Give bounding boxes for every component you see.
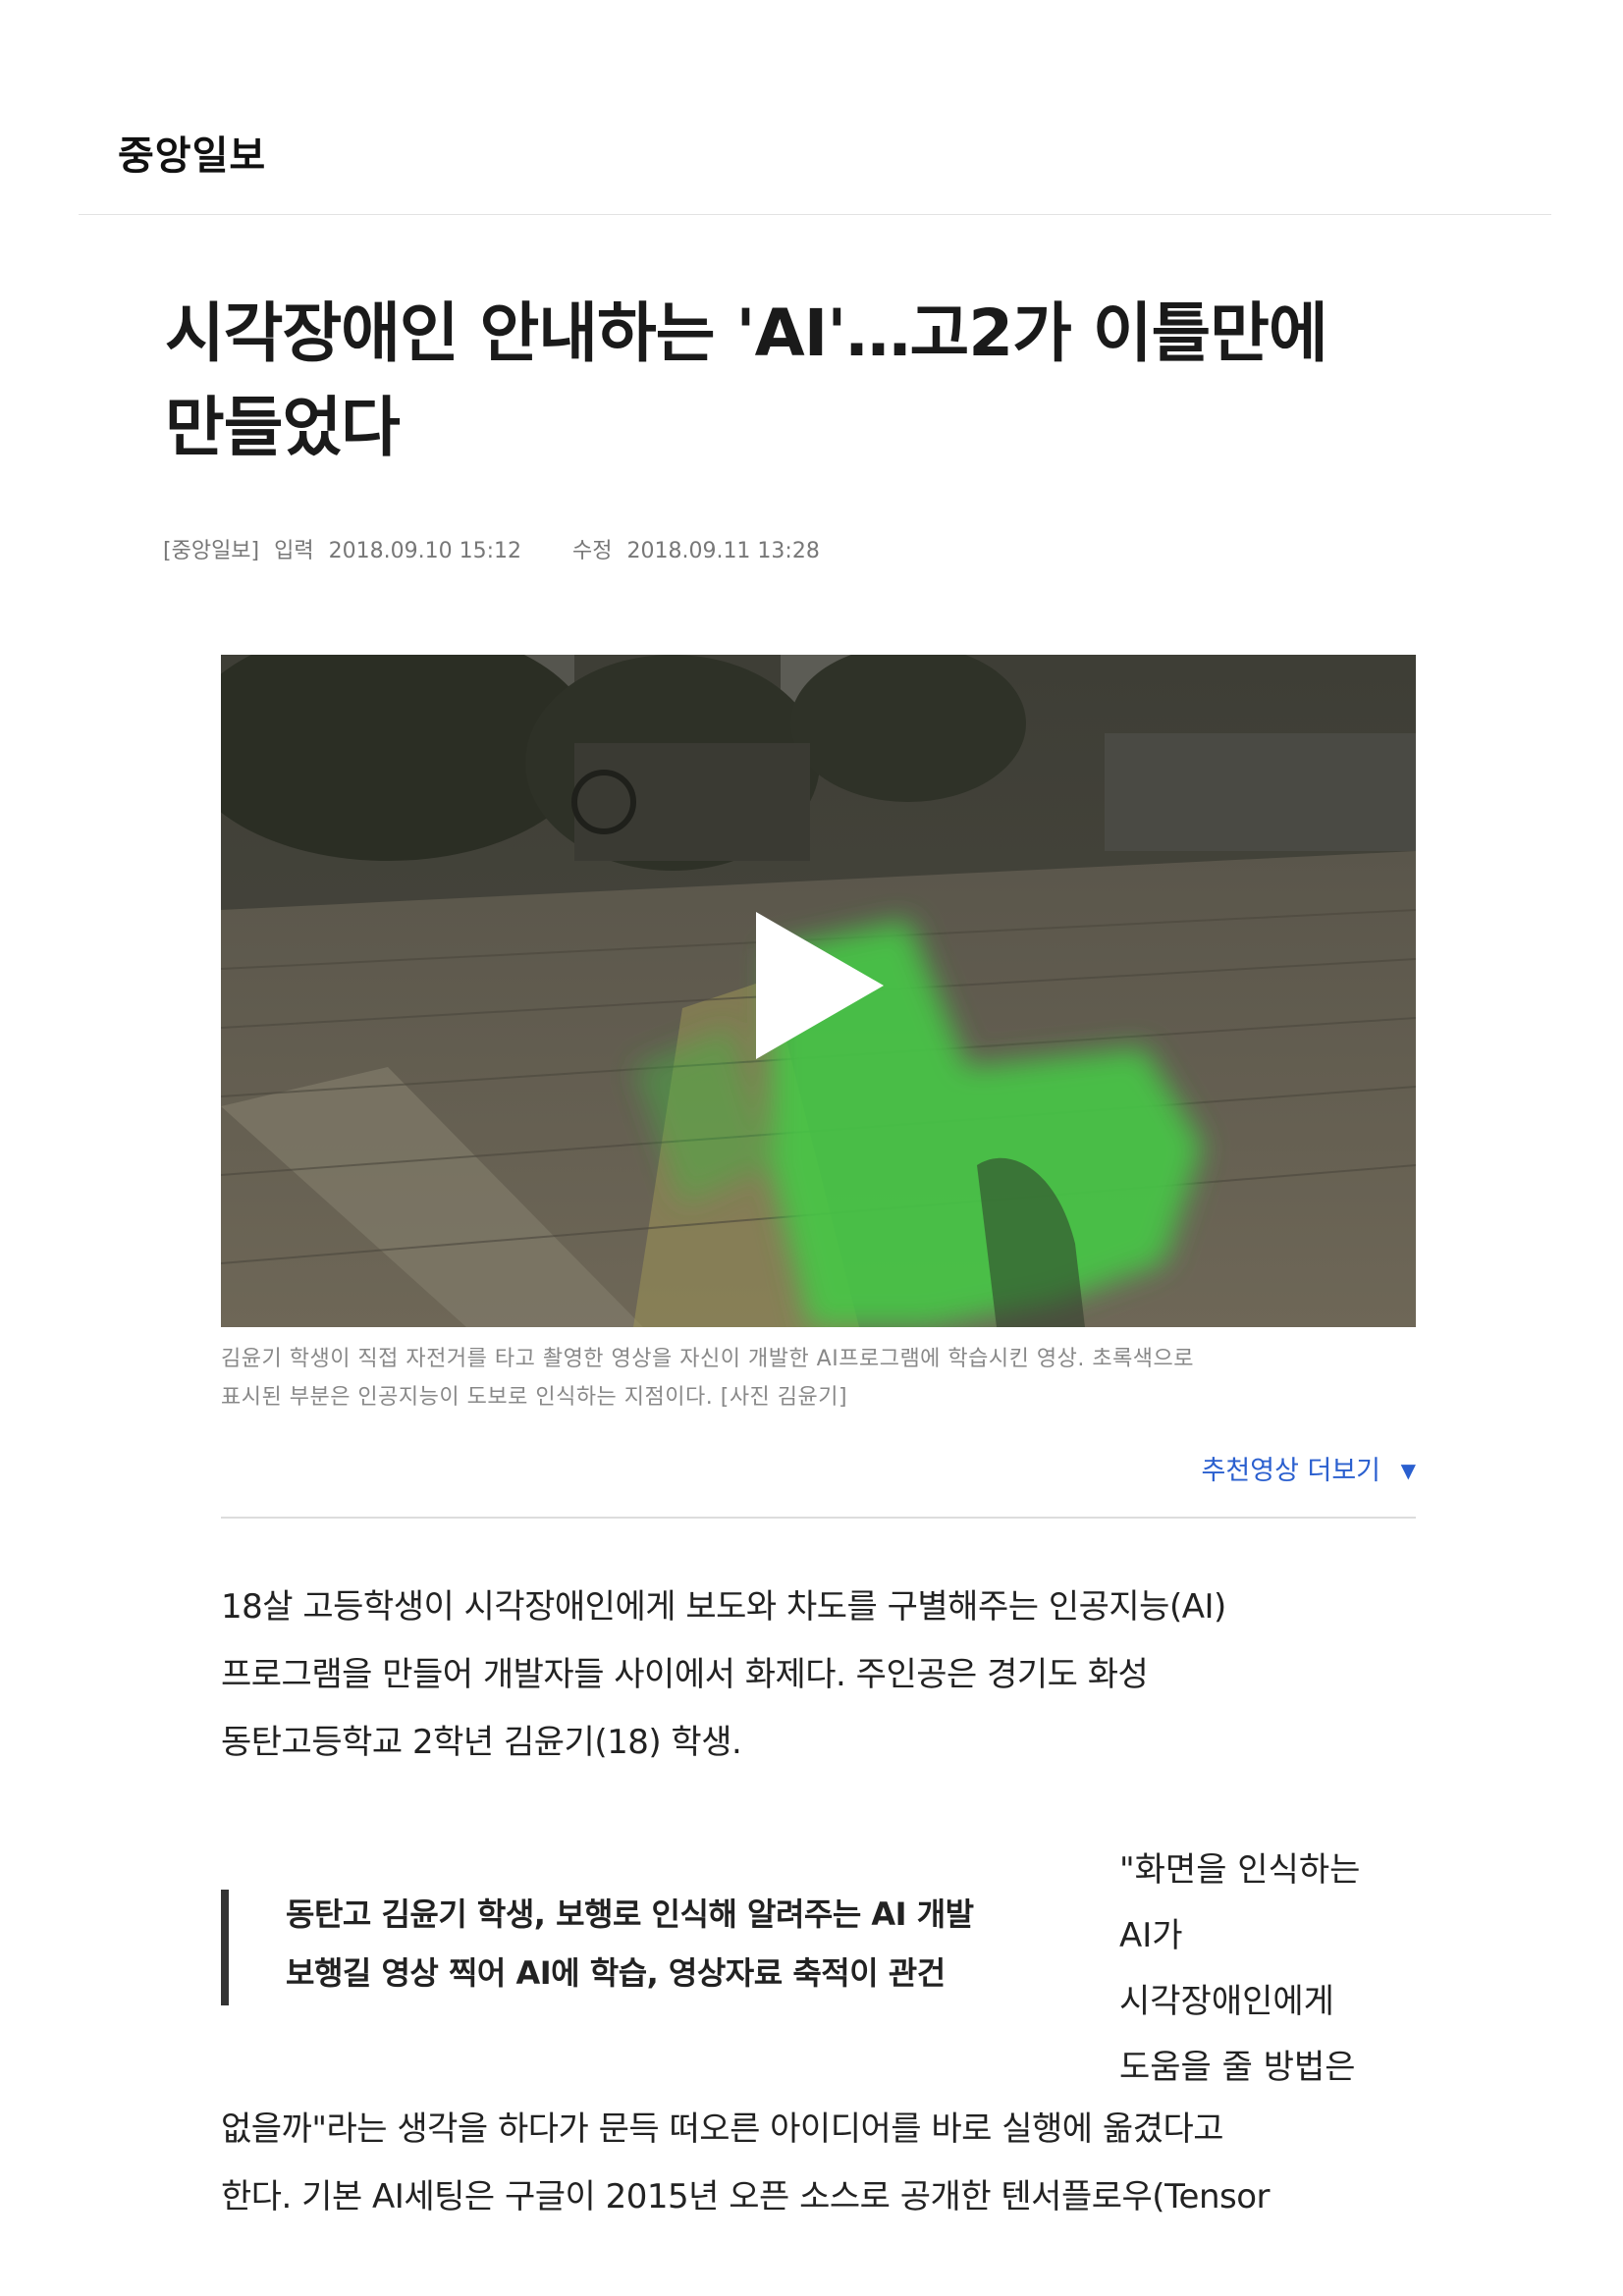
caption-line: 표시된 부분은 인공지능이 도보로 인식하는 지점이다. [사진 김윤기] xyxy=(221,1385,848,1410)
body-line: 시각장애인에게 xyxy=(1119,1982,1334,2021)
intro-line: 동탄고등학교 2학년 김윤기(18) 학생. xyxy=(221,1723,742,1762)
summary-line: 동탄고 김윤기 학생, 보행로 인식해 알려주는 AI 개발 xyxy=(286,1896,974,1933)
media-caption: 김윤기 학생이 직접 자전거를 타고 촬영한 영상을 자신이 개발한 AI프로그… xyxy=(221,1340,1416,1416)
summary-line: 보행길 영상 찍어 AI에 학습, 영상자료 축적이 관건 xyxy=(286,1954,946,1992)
intro-line: 프로그램을 만들어 개발자들 사이에서 화제다. 주인공은 경기도 화성 xyxy=(221,1655,1149,1694)
triangle-down-icon: ▼ xyxy=(1400,1459,1416,1482)
body-side-text: "화면을 인식하는 AI가 시각장애인에게 도움을 줄 방법은 xyxy=(1119,1838,1414,2101)
headline-line-2: 만들었다 xyxy=(165,390,401,465)
body-line: 한다. 기본 AI세팅은 구글이 2015년 오픈 소스로 공개한 텐서플로우(… xyxy=(221,2177,1271,2216)
article-headline: 시각장애인 안내하는 'AI'…고2가 이틀만에 만들었다 xyxy=(165,287,1471,475)
headline-line-1: 시각장애인 안내하는 'AI'…고2가 이틀만에 xyxy=(165,295,1328,371)
article-meta: [중앙일보] 입력 2018.09.10 15:12 수정 2018.09.11… xyxy=(163,533,828,564)
more-videos-label: 추천영상 더보기 xyxy=(1201,1456,1381,1486)
body-line: AI가 xyxy=(1119,1916,1183,1955)
meta-updated-label: 수정 xyxy=(571,539,613,563)
intro-paragraph: 18살 고등학생이 시각장애인에게 보도와 차도를 구별해주는 인공지능(AI)… xyxy=(221,1574,1389,1777)
body-line: "화면을 인식하는 xyxy=(1119,1850,1361,1890)
body-line: 없을까"라는 생각을 하다가 문득 떠오른 아이디어를 바로 실행에 옮겼다고 xyxy=(221,2109,1224,2149)
meta-published-time: 2018.09.10 15:12 xyxy=(328,539,521,563)
masthead-logo[interactable]: 중앙일보 xyxy=(118,124,266,181)
body-line: 도움을 줄 방법은 xyxy=(1119,2048,1356,2087)
intro-line: 18살 고등학생이 시각장애인에게 보도와 차도를 구별해주는 인공지능(AI) xyxy=(221,1587,1226,1627)
section-divider xyxy=(221,1517,1416,1519)
header-divider xyxy=(79,214,1551,215)
video-player[interactable] xyxy=(221,655,1416,1327)
summary-box: 동탄고 김윤기 학생, 보행로 인식해 알려주는 AI 개발 보행길 영상 찍어… xyxy=(221,1890,1063,2005)
play-icon[interactable] xyxy=(756,912,884,1059)
meta-published-label: 입력 xyxy=(274,539,314,563)
more-videos-link[interactable]: 추천영상 더보기 ▼ xyxy=(1202,1449,1416,1487)
caption-line: 김윤기 학생이 직접 자전거를 타고 촬영한 영상을 자신이 개발한 AI프로그… xyxy=(221,1347,1195,1371)
meta-source: [중앙일보] xyxy=(163,539,260,563)
meta-updated-time: 2018.09.11 13:28 xyxy=(626,539,820,563)
body-paragraph: 없을까"라는 생각을 하다가 문득 떠오른 아이디어를 바로 실행에 옮겼다고 … xyxy=(221,2096,1389,2231)
